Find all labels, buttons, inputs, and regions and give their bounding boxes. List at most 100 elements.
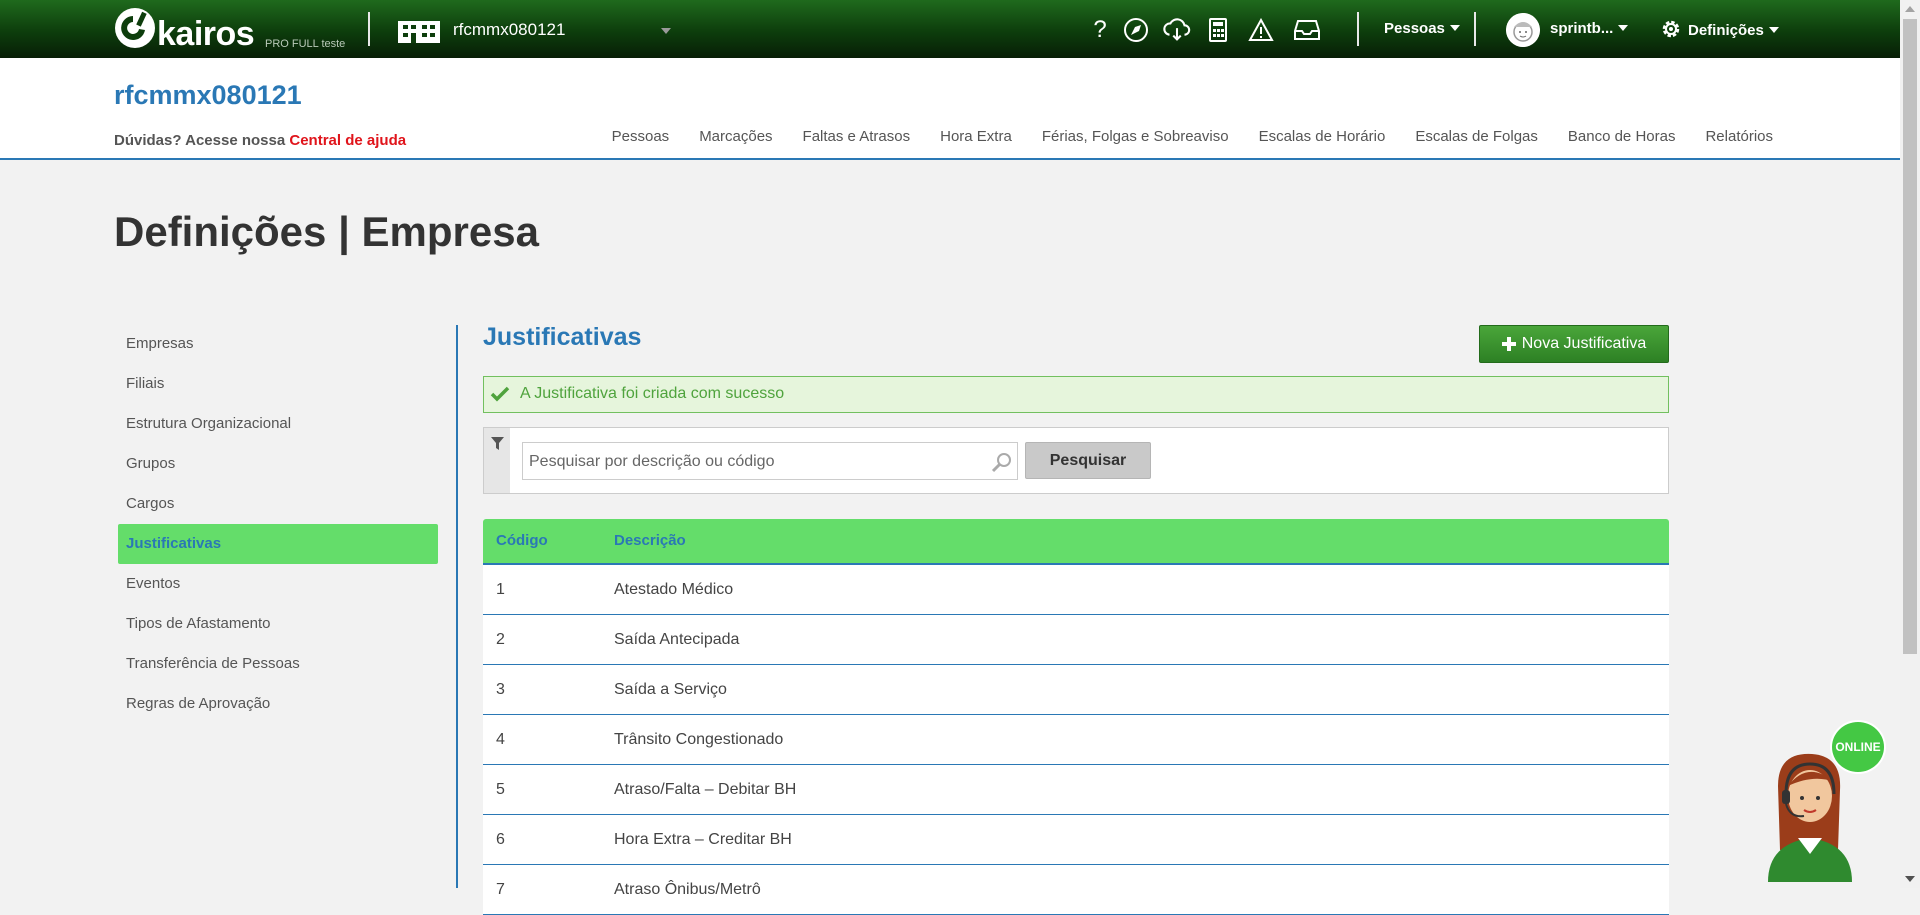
cloud-download-icon[interactable] (1162, 16, 1192, 44)
table-row[interactable]: 7 Atraso Ônibus/Metrô (483, 865, 1669, 915)
sidebar-item-eventos[interactable]: Eventos (118, 564, 438, 604)
divider (456, 325, 458, 888)
settings-sidebar: Empresas Filiais Estrutura Organizaciona… (118, 324, 438, 724)
sidebar-item-grupos[interactable]: Grupos (118, 444, 438, 484)
chevron-down-icon (1449, 25, 1460, 31)
section-title: Justificativas (483, 323, 642, 351)
building-icon (398, 21, 440, 43)
people-menu-label: Pessoas (1384, 20, 1445, 37)
help-center-link[interactable]: Central de ajuda (289, 132, 406, 149)
table-row[interactable]: 6 Hora Extra – Creditar BH (483, 815, 1669, 865)
alert-message: A Justificativa foi criada com sucesso (520, 385, 785, 402)
nav-item-hora-extra[interactable]: Hora Extra (910, 128, 1012, 145)
cell-code: 7 (496, 881, 505, 898)
cell-code: 5 (496, 781, 505, 798)
sidebar-item-tipos-afastamento[interactable]: Tipos de Afastamento (118, 604, 438, 644)
settings-menu[interactable]: Definições (1660, 18, 1779, 40)
table-header: Código Descrição (483, 519, 1669, 565)
brand-tag: PRO FULL teste (265, 38, 346, 50)
company-header: rfcmmx080121 Dúvidas? Acesse nossa Centr… (0, 58, 1900, 160)
column-header-code[interactable]: Código (496, 532, 548, 549)
filter-icon (491, 437, 504, 450)
sidebar-item-estrutura[interactable]: Estrutura Organizacional (118, 404, 438, 444)
cell-code: 6 (496, 831, 505, 848)
user-avatar[interactable] (1506, 13, 1540, 47)
scroll-down-icon[interactable] (1905, 876, 1915, 882)
avatar-face-icon (1506, 13, 1540, 47)
user-menu-label: sprintb... (1550, 20, 1614, 37)
calculator-icon[interactable] (1203, 16, 1233, 44)
cell-code: 3 (496, 681, 505, 698)
rocket-icon[interactable] (1121, 16, 1151, 44)
filter-bar (484, 428, 510, 493)
search-field (522, 442, 1018, 481)
divider (1474, 12, 1476, 46)
help-icon[interactable]: ? (1085, 16, 1115, 44)
sidebar-item-regras-aprovacao[interactable]: Regras de Aprovação (118, 684, 438, 724)
nav-item-banco-horas[interactable]: Banco de Horas (1538, 128, 1676, 145)
cell-code: 2 (496, 631, 505, 648)
chevron-down-icon (1618, 25, 1629, 31)
nav-item-ferias-folgas[interactable]: Férias, Folgas e Sobreaviso (1012, 128, 1229, 145)
user-menu[interactable]: sprintb... (1550, 20, 1629, 37)
new-justification-button[interactable]: Nova Justificativa (1479, 325, 1669, 363)
company-selector[interactable]: rfcmmx080121 (395, 14, 685, 44)
page-title: Definições | Empresa (114, 208, 539, 255)
plus-icon (1501, 337, 1516, 351)
new-justification-label: Nova Justificativa (1521, 335, 1647, 352)
sidebar-item-cargos[interactable]: Cargos (118, 484, 438, 524)
top-bar: kairos PRO FULL teste rfcmmx080121 ? Pes… (0, 0, 1900, 58)
people-menu[interactable]: Pessoas (1384, 20, 1460, 37)
help-text: Dúvidas? Acesse nossa Central de ajuda (114, 132, 406, 149)
nav-item-relatorios[interactable]: Relatórios (1675, 128, 1773, 145)
checkmark-icon (490, 386, 510, 402)
filter-panel: Pesquisar (483, 427, 1669, 494)
cell-description: Atraso Ônibus/Metrô (614, 881, 761, 898)
divider (1357, 12, 1359, 46)
page-scrollbar[interactable] (1900, 0, 1920, 888)
help-prefix: Dúvidas? Acesse nossa (114, 132, 286, 149)
column-header-description[interactable]: Descrição (614, 532, 686, 549)
online-badge: ONLINE (1830, 720, 1886, 774)
table-row[interactable]: 1 Atestado Médico (483, 565, 1669, 615)
sidebar-item-transferencia[interactable]: Transferência de Pessoas (118, 644, 438, 684)
nav-item-escalas-folgas[interactable]: Escalas de Folgas (1385, 128, 1538, 145)
search-input[interactable] (527, 443, 971, 481)
brand-name: kairos (157, 15, 255, 53)
cell-description: Trânsito Congestionado (614, 731, 784, 748)
warning-icon[interactable] (1246, 16, 1276, 44)
kairos-logo-icon (115, 8, 155, 48)
sidebar-item-justificativas[interactable]: Justificativas (118, 524, 438, 564)
search-icon (991, 453, 1011, 473)
chat-widget[interactable]: ONLINE (1760, 716, 1890, 888)
nav-item-escalas-horario[interactable]: Escalas de Horário (1229, 128, 1386, 145)
inbox-icon[interactable] (1292, 16, 1322, 44)
success-alert: A Justificativa foi criada com sucesso (483, 376, 1669, 413)
company-title: rfcmmx080121 (114, 80, 302, 110)
company-name: rfcmmx080121 (453, 20, 566, 39)
scrollbar-thumb[interactable] (1903, 19, 1917, 654)
nav-item-pessoas[interactable]: Pessoas (582, 128, 670, 145)
kairos-logo[interactable]: kairos PRO FULL teste (113, 4, 353, 54)
gear-icon (1662, 20, 1680, 38)
search-button[interactable]: Pesquisar (1025, 442, 1151, 479)
cell-description: Atestado Médico (614, 581, 734, 598)
table-row[interactable]: 5 Atraso/Falta – Debitar BH (483, 765, 1669, 815)
table-row[interactable]: 3 Saída a Serviço (483, 665, 1669, 715)
cell-code: 1 (496, 581, 505, 598)
sidebar-item-empresas[interactable]: Empresas (118, 324, 438, 364)
cell-code: 4 (496, 731, 505, 748)
table-row[interactable]: 4 Trânsito Congestionado (483, 715, 1669, 765)
table-row[interactable]: 2 Saída Antecipada (483, 615, 1669, 665)
cell-description: Saída a Serviço (614, 681, 727, 698)
sidebar-item-filiais[interactable]: Filiais (118, 364, 438, 404)
chevron-down-icon (1768, 27, 1779, 33)
nav-item-faltas-atrasos[interactable]: Faltas e Atrasos (773, 128, 911, 145)
cell-description: Atraso/Falta – Debitar BH (614, 781, 797, 798)
cell-description: Saída Antecipada (614, 631, 740, 648)
divider (368, 12, 370, 46)
cell-description: Hora Extra – Creditar BH (614, 831, 792, 848)
nav-item-marcacoes[interactable]: Marcações (669, 128, 772, 145)
chevron-down-icon (661, 28, 671, 34)
scroll-up-icon[interactable] (1905, 6, 1915, 12)
